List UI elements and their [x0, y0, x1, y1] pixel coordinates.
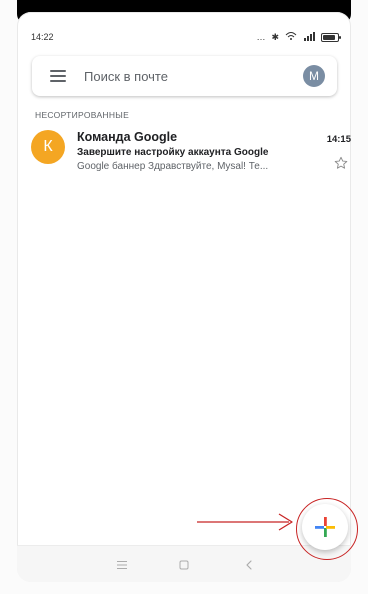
email-subject: Завершите настройку аккаунта Google — [77, 147, 269, 158]
email-time: 14:15 — [326, 134, 351, 145]
screenshot-frame: 14:22 … ✱ Поиск в почте M НЕСОРТИРОВАННЫ… — [0, 0, 368, 594]
status-time: 14:22 — [31, 32, 54, 42]
home-square-icon[interactable] — [177, 558, 191, 572]
back-chevron-icon[interactable] — [242, 558, 256, 572]
wifi-icon — [285, 31, 297, 43]
compose-fab-wrapper — [296, 498, 358, 560]
sender-avatar: К — [31, 130, 65, 164]
hamburger-icon[interactable] — [50, 70, 66, 82]
search-input[interactable]: Поиск в почте — [84, 69, 168, 84]
bluetooth-icon: ✱ — [271, 31, 279, 42]
signal-icon — [303, 31, 315, 43]
email-row[interactable]: К Команда Google Завершите настройку акк… — [31, 126, 351, 178]
battery-icon — [321, 32, 341, 42]
email-sender: Команда Google — [77, 130, 178, 144]
account-avatar[interactable]: M — [303, 65, 325, 87]
status-bar: 14:22 … ✱ — [17, 30, 351, 46]
search-bar[interactable]: Поиск в почте M — [32, 56, 337, 96]
email-snippet: Google баннер Здравствуйте, Mysal! Те... — [77, 161, 269, 172]
menu-icon[interactable] — [115, 558, 129, 572]
plus-icon — [315, 517, 335, 537]
phone-screen: 14:22 … ✱ Поиск в почте M НЕСОРТИРОВАННЫ… — [17, 12, 351, 582]
more-dots-icon: … — [256, 32, 266, 42]
star-icon[interactable] — [333, 155, 349, 171]
status-icons: … ✱ — [256, 31, 341, 43]
compose-button[interactable] — [302, 504, 348, 550]
annotation-arrow — [197, 513, 293, 531]
inbox-section-label: НЕСОРТИРОВАННЫЕ — [35, 110, 130, 120]
